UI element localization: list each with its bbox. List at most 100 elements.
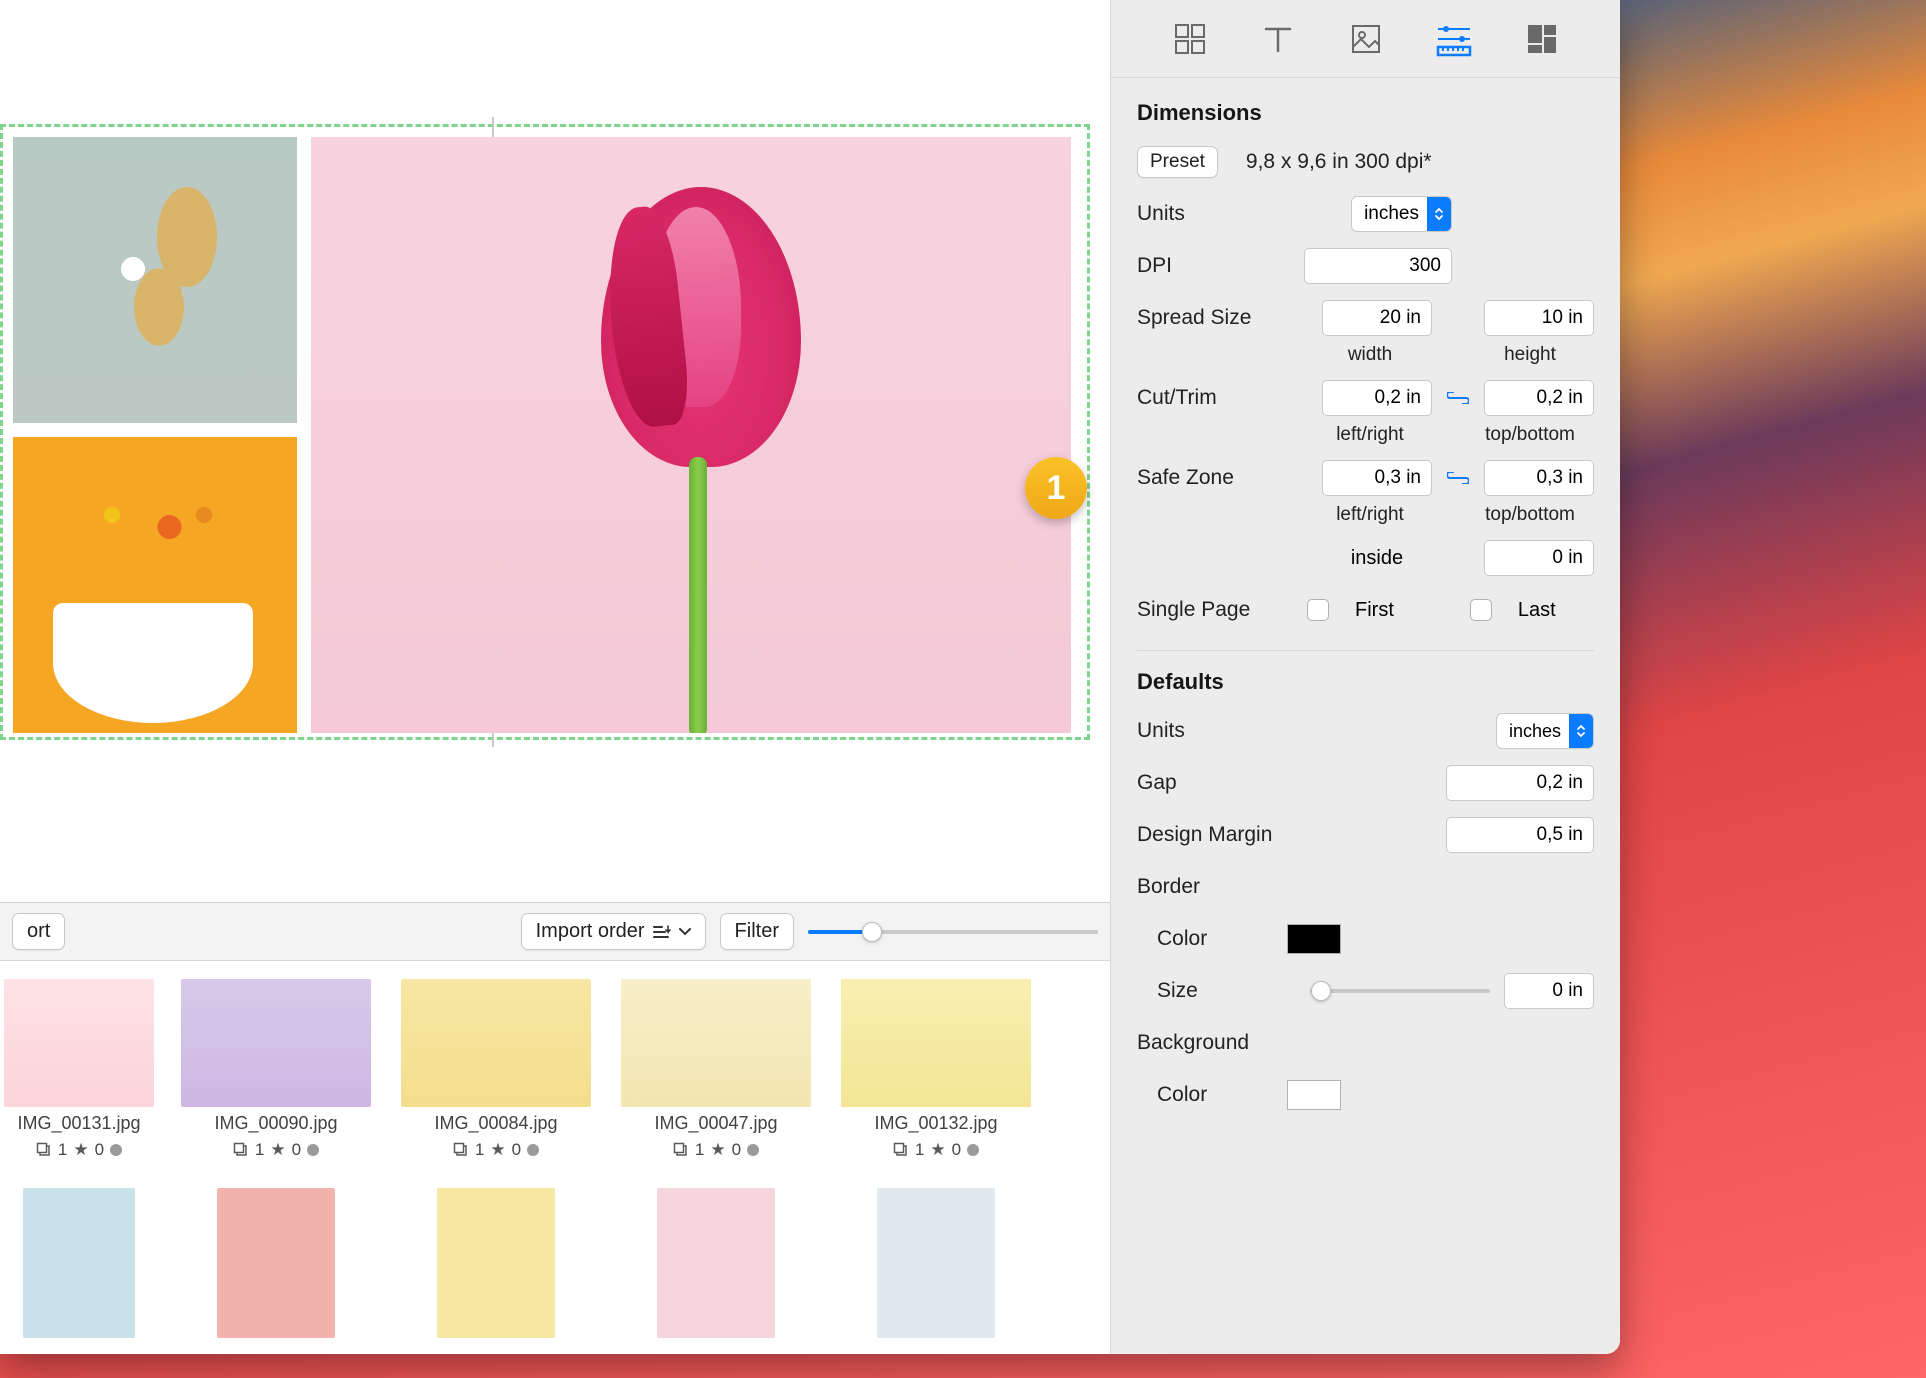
browser-toolbar: ort Import order Filter <box>0 903 1110 961</box>
import-order-button[interactable]: Import order <box>521 913 706 950</box>
chevron-updown-icon <box>1427 197 1451 231</box>
thumbnail-item[interactable] <box>0 1188 158 1338</box>
thumbnail-meta: 1 ★0 <box>453 1140 539 1160</box>
canvas-area[interactable]: 1 <box>0 0 1110 900</box>
cut-lr-input[interactable]: 0,2 in <box>1322 380 1432 416</box>
dpi-input[interactable]: 300 <box>1304 248 1452 284</box>
preset-value-text: 9,8 x 9,6 in 300 dpi* <box>1246 150 1432 174</box>
inside-label: inside <box>1322 547 1432 570</box>
section-title-defaults: Defaults <box>1137 669 1594 695</box>
tb-sublabel: top/bottom <box>1467 424 1593 446</box>
inspector-panel: Dimensions Preset 9,8 x 9,6 in 300 dpi* … <box>1110 0 1620 1354</box>
star-icon: ★ <box>710 1140 725 1160</box>
copies-icon <box>673 1142 689 1158</box>
status-dot-icon <box>967 1144 979 1156</box>
status-dot-icon <box>527 1144 539 1156</box>
gap-label: Gap <box>1137 771 1287 795</box>
units-select[interactable]: inches <box>1351 196 1452 232</box>
thumbnails-area[interactable]: IMG_00131.jpg 1 ★0 IMG_00090.jpg 1 ★0 <box>0 961 1110 1354</box>
cut-trim-label: Cut/Trim <box>1137 386 1287 410</box>
thumbnail-filename: IMG_00047.jpg <box>654 1113 777 1134</box>
first-label: First <box>1355 599 1394 622</box>
defaults-units-select[interactable]: inches <box>1496 713 1594 749</box>
section-title-dimensions: Dimensions <box>1137 100 1594 126</box>
last-checkbox[interactable] <box>1470 599 1492 621</box>
chevron-updown-icon <box>1569 714 1593 748</box>
placed-image-vases[interactable] <box>13 437 297 733</box>
thumbnail-item[interactable]: IMG_00084.jpg 1 ★0 <box>394 979 598 1160</box>
border-color-swatch[interactable] <box>1287 924 1341 954</box>
background-color-label: Color <box>1137 1083 1287 1107</box>
spread-width-input[interactable]: 20 in <box>1322 300 1432 336</box>
thumbnail-item[interactable]: IMG_00090.jpg 1 ★0 <box>174 979 378 1160</box>
star-icon: ★ <box>930 1140 945 1160</box>
placed-image-tulip[interactable] <box>311 137 1071 733</box>
thumbnail-meta: 1 ★0 <box>893 1140 979 1160</box>
thumbnail-item[interactable]: IMG_00047.jpg 1 ★0 <box>614 979 818 1160</box>
thumbnail-item[interactable] <box>834 1188 1038 1338</box>
spread-height-input[interactable]: 10 in <box>1484 300 1594 336</box>
star-icon: ★ <box>73 1140 88 1160</box>
background-color-swatch[interactable] <box>1287 1080 1341 1110</box>
thumbnail-meta: 1 ★0 <box>233 1140 319 1160</box>
spread-size-label: Spread Size <box>1137 306 1287 330</box>
thumbnail-filename: IMG_00084.jpg <box>434 1113 557 1134</box>
tab-template[interactable] <box>1521 18 1563 60</box>
thumbnail-image <box>217 1188 335 1338</box>
link-icon[interactable] <box>1446 469 1470 487</box>
thumbnail-image <box>181 979 371 1107</box>
last-label: Last <box>1518 599 1556 622</box>
tab-dimensions[interactable] <box>1433 18 1475 60</box>
first-checkbox[interactable] <box>1307 599 1329 621</box>
safe-lr-input[interactable]: 0,3 in <box>1322 460 1432 496</box>
copies-icon <box>453 1142 469 1158</box>
thumbnail-image <box>621 979 811 1107</box>
width-sublabel: width <box>1307 344 1433 366</box>
copies-icon <box>233 1142 249 1158</box>
thumbnail-item[interactable] <box>174 1188 378 1338</box>
tab-text[interactable] <box>1257 18 1299 60</box>
dpi-label: DPI <box>1137 254 1287 278</box>
tab-layout[interactable] <box>1169 18 1211 60</box>
border-label: Border <box>1137 875 1287 899</box>
tb-sublabel-2: top/bottom <box>1467 504 1593 526</box>
status-dot-icon <box>110 1144 122 1156</box>
sort-asc-icon <box>653 925 671 939</box>
safe-zone-label: Safe Zone <box>1137 466 1287 490</box>
link-icon[interactable] <box>1446 389 1470 407</box>
sort-button[interactable]: ort <box>12 913 65 950</box>
thumbnail-item[interactable] <box>614 1188 818 1338</box>
filter-button[interactable]: Filter <box>720 913 794 950</box>
preset-button[interactable]: Preset <box>1137 146 1218 178</box>
thumbnail-item[interactable] <box>394 1188 598 1338</box>
inspector-body: Dimensions Preset 9,8 x 9,6 in 300 dpi* … <box>1111 78 1620 1354</box>
gap-input[interactable]: 0,2 in <box>1446 765 1594 801</box>
status-dot-icon <box>307 1144 319 1156</box>
design-margin-input[interactable]: 0,5 in <box>1446 817 1594 853</box>
star-icon: ★ <box>490 1140 505 1160</box>
status-dot-icon <box>747 1144 759 1156</box>
thumbnail-image <box>657 1188 775 1338</box>
inside-input[interactable]: 0 in <box>1484 540 1594 576</box>
single-page-label: Single Page <box>1137 598 1287 622</box>
cut-tb-input[interactable]: 0,2 in <box>1484 380 1594 416</box>
callout-badge-1: 1 <box>1025 457 1087 519</box>
border-size-slider[interactable] <box>1310 989 1490 993</box>
copies-icon <box>36 1142 52 1158</box>
border-size-label: Size <box>1137 979 1287 1003</box>
thumbnail-filename: IMG_00090.jpg <box>214 1113 337 1134</box>
safe-tb-input[interactable]: 0,3 in <box>1484 460 1594 496</box>
height-sublabel: height <box>1467 344 1593 366</box>
image-browser-panel: ort Import order Filter IMG_00131.jpg <box>0 902 1110 1354</box>
border-size-input[interactable]: 0 in <box>1504 973 1594 1009</box>
placed-image-daisies[interactable] <box>13 137 297 423</box>
chevron-down-icon <box>679 928 691 936</box>
inspector-tabs <box>1111 0 1620 78</box>
spread[interactable] <box>0 124 1090 740</box>
thumbnail-size-slider[interactable] <box>808 930 1098 934</box>
tab-image[interactable] <box>1345 18 1387 60</box>
thumbnail-item[interactable]: IMG_00131.jpg 1 ★0 <box>0 979 158 1160</box>
thumbnail-image <box>877 1188 995 1338</box>
tulip-graphic <box>571 187 831 727</box>
thumbnail-item[interactable]: IMG_00132.jpg 1 ★0 <box>834 979 1038 1160</box>
